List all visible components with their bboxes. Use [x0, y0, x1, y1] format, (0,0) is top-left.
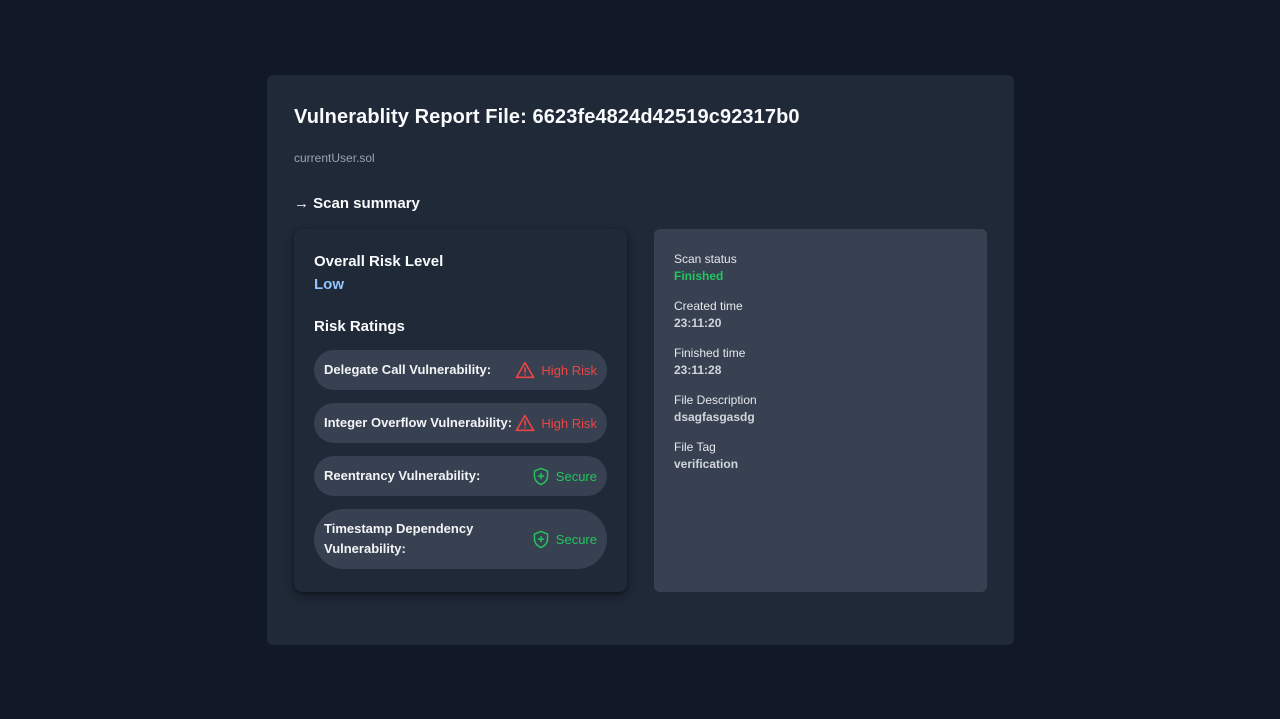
rating-name: Timestamp Dependency Vulnerability: — [324, 521, 474, 556]
risk-ratings-list: Delegate Call Vulnerability: High Risk I… — [314, 350, 607, 569]
rating-reentrancy: Reentrancy Vulnerability: Secure — [314, 456, 607, 496]
rating-status-label: High Risk — [541, 415, 597, 431]
scan-status-value: Finished — [674, 269, 724, 283]
finished-time-value: 23:11:28 — [674, 363, 722, 377]
warning-triangle-icon — [515, 361, 535, 379]
detail-file-tag: File Tag verification — [674, 439, 967, 473]
rating-status: Secure — [532, 467, 597, 486]
shield-plus-icon — [533, 530, 549, 548]
rating-status-label: Secure — [555, 531, 597, 547]
rating-status: High Risk — [515, 414, 597, 432]
rating-status-label: High Risk — [541, 362, 597, 378]
rating-status: High Risk — [515, 361, 597, 379]
detail-created-time: Created time 23:11:20 — [674, 298, 967, 332]
shield-plus-icon — [533, 467, 549, 485]
rating-name: Reentrancy Vulnerability: — [324, 468, 481, 483]
risk-panel: Overall Risk Level Low Risk Ratings Dele… — [294, 229, 627, 592]
file-name: currentUser.sol — [294, 151, 375, 165]
warning-triangle-icon — [515, 414, 535, 432]
report-card: Vulnerablity Report File: 6623fe4824d425… — [267, 75, 1014, 645]
detail-label: File Description — [674, 393, 757, 407]
detail-scan-status: Scan status Finished — [674, 251, 967, 285]
rating-status-label: Secure — [555, 468, 597, 484]
overall-risk-value: Low — [314, 276, 344, 293]
risk-ratings-heading: Risk Ratings — [314, 318, 405, 335]
scan-details-panel: Scan status Finished Created time 23:11:… — [654, 229, 987, 592]
detail-label: File Tag — [674, 440, 716, 454]
detail-label: Created time — [674, 299, 743, 313]
page-title: Vulnerablity Report File: 6623fe4824d425… — [294, 106, 800, 128]
detail-label: Scan status — [674, 252, 737, 266]
created-time-value: 23:11:20 — [674, 316, 722, 330]
overall-risk-label: Overall Risk Level — [314, 253, 444, 270]
rating-name: Delegate Call Vulnerability: — [324, 362, 492, 377]
rating-name: Integer Overflow Vulnerability: — [324, 415, 513, 430]
rating-integer-overflow: Integer Overflow Vulnerability: High Ris… — [314, 403, 607, 443]
detail-label: Finished time — [674, 346, 746, 360]
file-tag-value: verification — [674, 457, 739, 471]
summary-row: Overall Risk Level Low Risk Ratings Dele… — [294, 229, 987, 592]
rating-timestamp-dependency: Timestamp Dependency Vulnerability: Secu… — [314, 509, 607, 569]
scan-summary-heading: → Scan summary — [294, 195, 420, 212]
detail-finished-time: Finished time 23:11:28 — [674, 345, 967, 379]
rating-status: Secure — [532, 530, 597, 549]
rating-delegate-call: Delegate Call Vulnerability: High Risk — [314, 350, 607, 390]
detail-file-description: File Description dsagfasgasdg — [674, 392, 967, 426]
file-description-value: dsagfasgasdg — [674, 410, 755, 424]
